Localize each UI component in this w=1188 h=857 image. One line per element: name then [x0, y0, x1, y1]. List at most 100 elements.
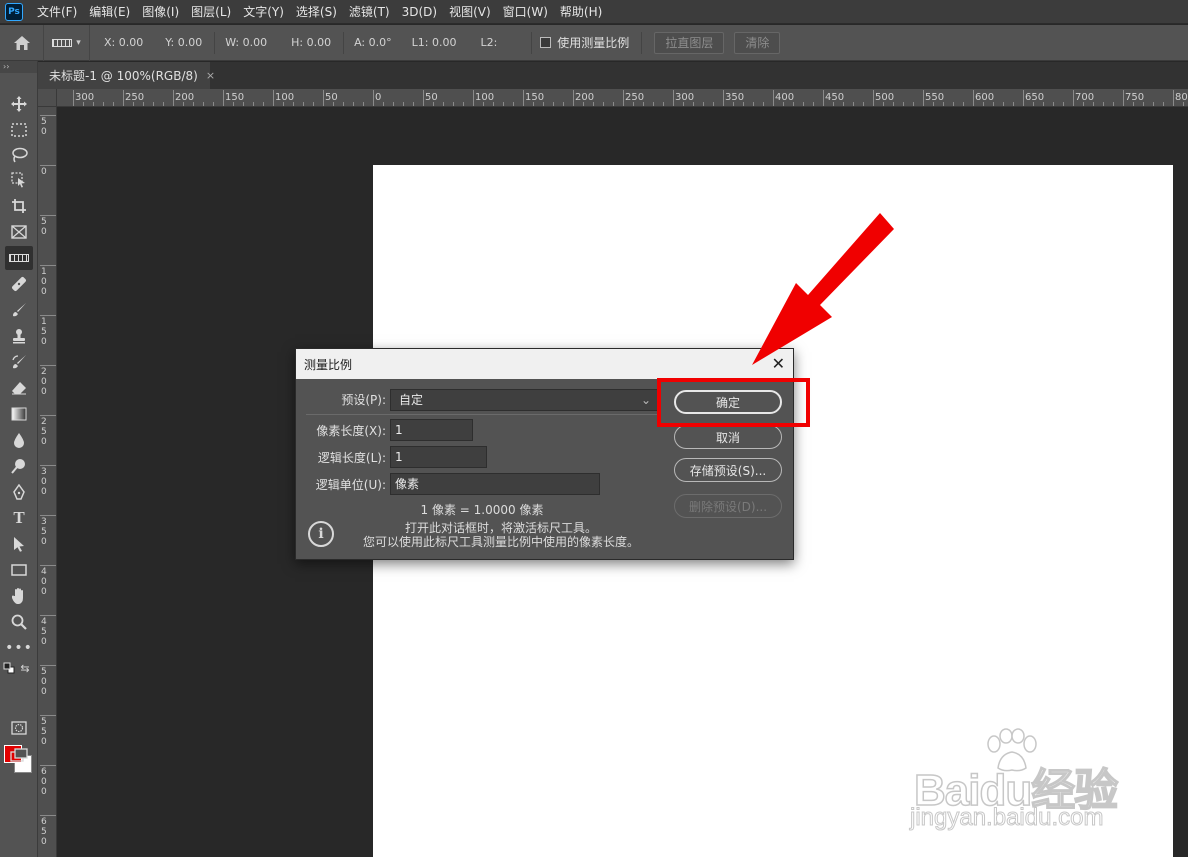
quick-mask-icon[interactable]	[5, 716, 33, 740]
ruler-minor-tick	[843, 102, 844, 106]
ruler-minor-tick	[713, 102, 714, 106]
menu-window[interactable]: 窗口(W)	[497, 0, 554, 24]
menu-type[interactable]: 文字(Y)	[237, 0, 290, 24]
pixel-length-label: 像素长度(X):	[316, 424, 386, 438]
ruler-major-tick	[123, 90, 124, 106]
ruler-origin[interactable]	[38, 89, 57, 107]
save-preset-button[interactable]: 存储预设(S)...	[674, 458, 782, 482]
ruler-minor-tick	[903, 102, 904, 106]
ruler-icon	[52, 38, 73, 47]
move-tool-icon[interactable]	[5, 92, 33, 116]
vertical-ruler[interactable]: 5 0 0 5 0 1 0 0 1 5 0 2 0 0 2 5 0 3 0 0 3 5 0 4 0…	[38, 107, 57, 857]
chevron-down-icon: ⌄	[640, 393, 651, 407]
ruler-minor-tick	[1133, 102, 1134, 106]
ruler-minor-tick	[863, 102, 864, 106]
menu-file[interactable]: 文件(F)	[31, 0, 83, 24]
ruler-minor-tick	[683, 102, 684, 106]
zoom-tool-icon[interactable]	[5, 610, 33, 634]
ruler-minor-tick	[213, 102, 214, 106]
menu-layer[interactable]: 图层(L)	[185, 0, 237, 24]
w-readout: W: 0.00	[225, 36, 268, 49]
menu-image[interactable]: 图像(I)	[136, 0, 185, 24]
delete-preset-button[interactable]: 删除预设(D)...	[674, 494, 782, 518]
ruler-minor-tick	[1043, 102, 1044, 106]
ruler-tool-icon[interactable]	[5, 246, 33, 270]
ruler-major-tick	[773, 90, 774, 106]
straighten-layer-button[interactable]: 拉直图层	[654, 31, 725, 54]
menu-3d[interactable]: 3D(D)	[396, 0, 443, 24]
lasso-tool-icon[interactable]	[5, 143, 33, 167]
ruler-tick-label: 150	[225, 92, 245, 103]
ruler-minor-tick	[263, 102, 264, 106]
toolbox-collapse-handle[interactable]: ››	[0, 61, 37, 73]
logical-length-input[interactable]: 1	[390, 446, 487, 468]
ruler-minor-tick	[693, 102, 694, 106]
ruler-minor-tick	[983, 102, 984, 106]
menu-help[interactable]: 帮助(H)	[554, 0, 608, 24]
ruler-tick-label: 200	[175, 92, 195, 103]
gradient-tool-icon[interactable]	[5, 402, 33, 426]
eraser-tool-icon[interactable]	[5, 376, 33, 400]
logical-units-input[interactable]: 像素	[390, 473, 600, 495]
ruler-tick-label: 150	[525, 92, 545, 103]
default-colors-icon[interactable]	[2, 661, 16, 675]
ruler-major-tick	[173, 90, 174, 106]
divider	[306, 414, 658, 415]
ruler-minor-tick	[1113, 102, 1114, 106]
menu-view[interactable]: 视图(V)	[443, 0, 497, 24]
brush-tool-icon[interactable]	[5, 298, 33, 322]
home-button[interactable]	[0, 24, 44, 61]
ruler-minor-tick	[743, 102, 744, 106]
document-tab[interactable]: 未标题-1 @ 100%(RGB/8) ×	[38, 62, 215, 89]
dialog-title: 测量比例	[304, 357, 353, 372]
ruler-minor-tick	[583, 102, 584, 106]
dodge-tool-icon[interactable]	[5, 454, 33, 478]
pixel-length-input[interactable]: 1	[390, 419, 473, 441]
ruler-minor-tick	[183, 102, 184, 106]
preset-select[interactable]: 自定 ⌄	[390, 389, 658, 411]
ruler-minor-tick	[443, 102, 444, 106]
screen-mode-icon[interactable]	[5, 743, 33, 767]
blur-tool-icon[interactable]	[5, 428, 33, 452]
ruler-tick-label: 400	[775, 92, 795, 103]
path-selection-tool-icon[interactable]	[5, 532, 33, 556]
ruler-tick-label: 300	[675, 92, 695, 103]
marquee-tool-icon[interactable]	[5, 118, 33, 142]
more-tools-icon[interactable]: •••	[5, 636, 33, 660]
ruler-tick-label: 5 5 0	[41, 717, 47, 747]
crop-tool-icon[interactable]	[5, 194, 33, 218]
pen-tool-icon[interactable]	[5, 480, 33, 504]
tool-preset-picker[interactable]: ▾	[44, 24, 90, 61]
clear-button[interactable]: 清除	[734, 31, 781, 54]
ruler-minor-tick	[883, 102, 884, 106]
ruler-tick-label: 750	[1125, 92, 1145, 103]
ruler-tick-label: 650	[1025, 92, 1045, 103]
angle-readout: A: 0.0°	[354, 36, 392, 49]
object-select-tool-icon[interactable]	[5, 168, 33, 192]
healing-brush-tool-icon[interactable]	[5, 272, 33, 296]
preset-value: 自定	[399, 393, 424, 407]
ruler-tick-label: 550	[925, 92, 945, 103]
photoshop-logo[interactable]: Ps	[5, 2, 23, 21]
swap-colors-icon[interactable]: ⇆	[18, 661, 32, 675]
menu-edit[interactable]: 编辑(E)	[83, 0, 136, 24]
close-tab-icon[interactable]: ×	[206, 69, 215, 82]
ruler-major-tick	[40, 515, 56, 516]
ruler-minor-tick	[993, 102, 994, 106]
menu-filter[interactable]: 滤镜(T)	[343, 0, 396, 24]
use-measurement-scale-checkbox[interactable]	[540, 37, 552, 48]
type-tool-icon[interactable]: T	[5, 506, 33, 530]
ruler-minor-tick	[783, 102, 784, 106]
horizontal-ruler[interactable]: 300 250 200 150 100 50 0 50 100 150 200 250 300 350 40…	[57, 89, 1188, 107]
ruler-minor-tick	[463, 102, 464, 106]
dialog-title-bar[interactable]: 测量比例 ✕	[296, 349, 793, 379]
cancel-button[interactable]: 取消	[674, 425, 782, 449]
rectangle-tool-icon[interactable]	[5, 558, 33, 582]
ruler-minor-tick	[253, 102, 254, 106]
history-brush-tool-icon[interactable]	[5, 350, 33, 374]
clone-stamp-tool-icon[interactable]	[5, 324, 33, 348]
menu-select[interactable]: 选择(S)	[290, 0, 343, 24]
frame-tool-icon[interactable]	[5, 220, 33, 244]
ruler-tick-label: 5 0	[41, 217, 47, 237]
hand-tool-icon[interactable]	[5, 584, 33, 608]
